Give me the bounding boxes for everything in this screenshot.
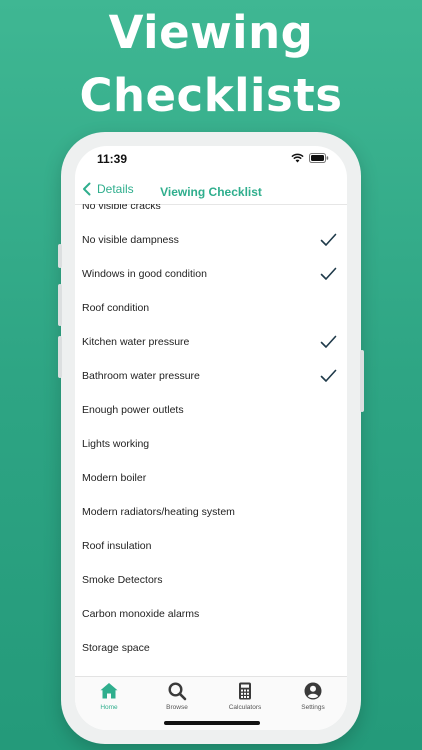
tab-browse-label: Browse — [166, 704, 188, 711]
checklist-item-label: Roof condition — [82, 302, 150, 314]
checklist-item[interactable]: Lights working — [75, 429, 347, 463]
checklist-item[interactable]: Carbon monoxide alarms — [75, 599, 347, 633]
page-title: Viewing Checklist — [160, 185, 262, 199]
tab-bar: Home Browse Calculators Settings — [75, 676, 347, 730]
checklist-item-label: Lights working — [82, 438, 150, 450]
volume-down-button — [58, 336, 62, 378]
checklist-item[interactable]: Modern radiators/heating system — [75, 497, 347, 531]
headline-line-1: Viewing — [108, 6, 314, 59]
home-icon — [100, 683, 118, 699]
volume-up-button — [58, 284, 62, 326]
checklist-item[interactable]: Smoke Detectors — [75, 565, 347, 599]
status-time: 11:39 — [97, 152, 128, 166]
checklist-item[interactable]: Storage space — [75, 633, 347, 667]
checklist-item-label: Smoke Detectors — [82, 574, 163, 586]
checkmark-icon — [320, 233, 337, 246]
checklist-item-label: No visible cracks — [82, 204, 161, 212]
tab-home[interactable]: Home — [75, 681, 143, 711]
checkmark-icon — [320, 369, 337, 382]
checklist-item-label: Windows in good condition — [82, 268, 207, 280]
checklist-item-label: Modern radiators/heating system — [82, 506, 235, 518]
checklist[interactable]: No visible cracks No visible dampness Wind… — [75, 204, 347, 676]
checkmark-icon — [320, 335, 337, 348]
checklist-item-label: Roof insulation — [82, 540, 152, 552]
checklist-item[interactable]: Windows in good condition — [75, 259, 347, 293]
tab-settings[interactable]: Settings — [279, 681, 347, 711]
checklist-item-label: Modern boiler — [82, 472, 147, 484]
checklist-item[interactable]: No visible dampness — [75, 225, 347, 259]
checklist-item[interactable]: Bathroom water pressure — [75, 361, 347, 395]
user-icon — [304, 682, 322, 700]
power-button — [360, 350, 364, 412]
status-icons — [291, 153, 329, 163]
headline-line-2: Checklists — [79, 69, 343, 122]
checklist-item-label: Storage space — [82, 642, 150, 654]
mute-switch — [58, 244, 62, 268]
checklist-item[interactable]: Enough power outlets — [75, 395, 347, 429]
tab-browse[interactable]: Browse — [143, 681, 211, 711]
search-icon — [168, 682, 187, 701]
checklist-item[interactable]: Roof insulation — [75, 531, 347, 565]
wifi-icon — [291, 153, 304, 163]
home-indicator[interactable] — [164, 721, 260, 725]
checklist-item[interactable]: Modern boiler — [75, 463, 347, 497]
checklist-item-label: Enough power outlets — [82, 404, 184, 416]
tab-calculators[interactable]: Calculators — [211, 681, 279, 711]
tab-settings-label: Settings — [301, 704, 325, 711]
promo-headline: Viewing Checklists — [0, 4, 422, 125]
navigation-bar: Details Viewing Checklist — [75, 178, 347, 205]
checklist-item[interactable]: No visible cracks — [75, 204, 347, 225]
tab-calculators-label: Calculators — [228, 704, 262, 711]
battery-icon — [309, 153, 329, 163]
phone-frame: 11:39 Details Viewing Checklist No visib… — [58, 132, 364, 744]
checklist-item[interactable]: Kitchen water pressure — [75, 327, 347, 361]
tab-home-label: Home — [100, 704, 118, 711]
checklist-item[interactable]: Roof condition — [75, 293, 347, 327]
checkmark-icon — [320, 267, 337, 280]
checklist-item-label: Carbon monoxide alarms — [82, 608, 200, 620]
checklist-item-label: Kitchen water pressure — [82, 336, 190, 348]
checklist-item-label: Bathroom water pressure — [82, 370, 200, 382]
app-screen: 11:39 Details Viewing Checklist No visib… — [75, 146, 347, 730]
checklist-item-label: No visible dampness — [82, 234, 179, 246]
calculator-icon — [239, 682, 251, 700]
status-bar: 11:39 — [75, 146, 347, 176]
